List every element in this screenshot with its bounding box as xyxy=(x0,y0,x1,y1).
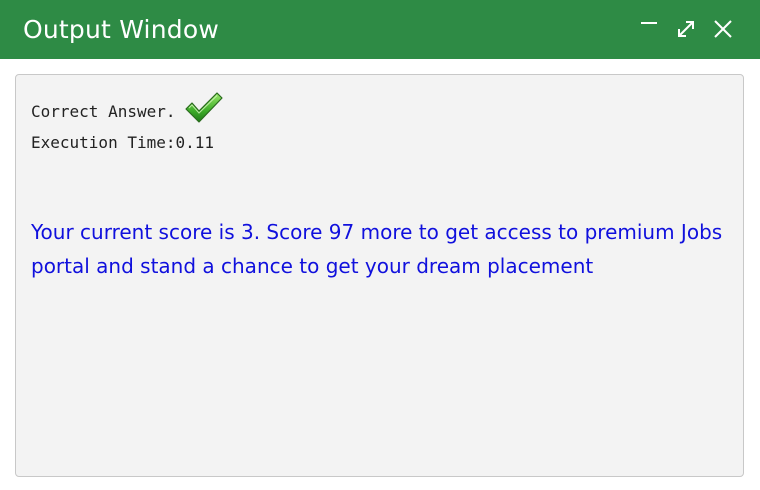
output-panel: Correct Answer. Execution Time:0.11 Your… xyxy=(15,74,744,477)
execution-time: Execution Time:0.11 xyxy=(31,133,215,152)
result-label: Correct Answer. xyxy=(31,101,176,121)
output-window: Output Window Correct Answer. Execution … xyxy=(0,0,760,490)
check-icon xyxy=(184,92,223,123)
close-icon[interactable] xyxy=(712,18,734,40)
expand-icon[interactable] xyxy=(675,18,697,40)
result-line: Correct Answer. xyxy=(31,92,224,125)
score-message: Your current score is 3. Score 97 more t… xyxy=(31,220,723,278)
window-title: Output Window xyxy=(23,15,219,44)
minimize-icon[interactable] xyxy=(638,18,660,40)
title-bar: Output Window xyxy=(0,0,760,59)
window-controls xyxy=(638,14,734,44)
